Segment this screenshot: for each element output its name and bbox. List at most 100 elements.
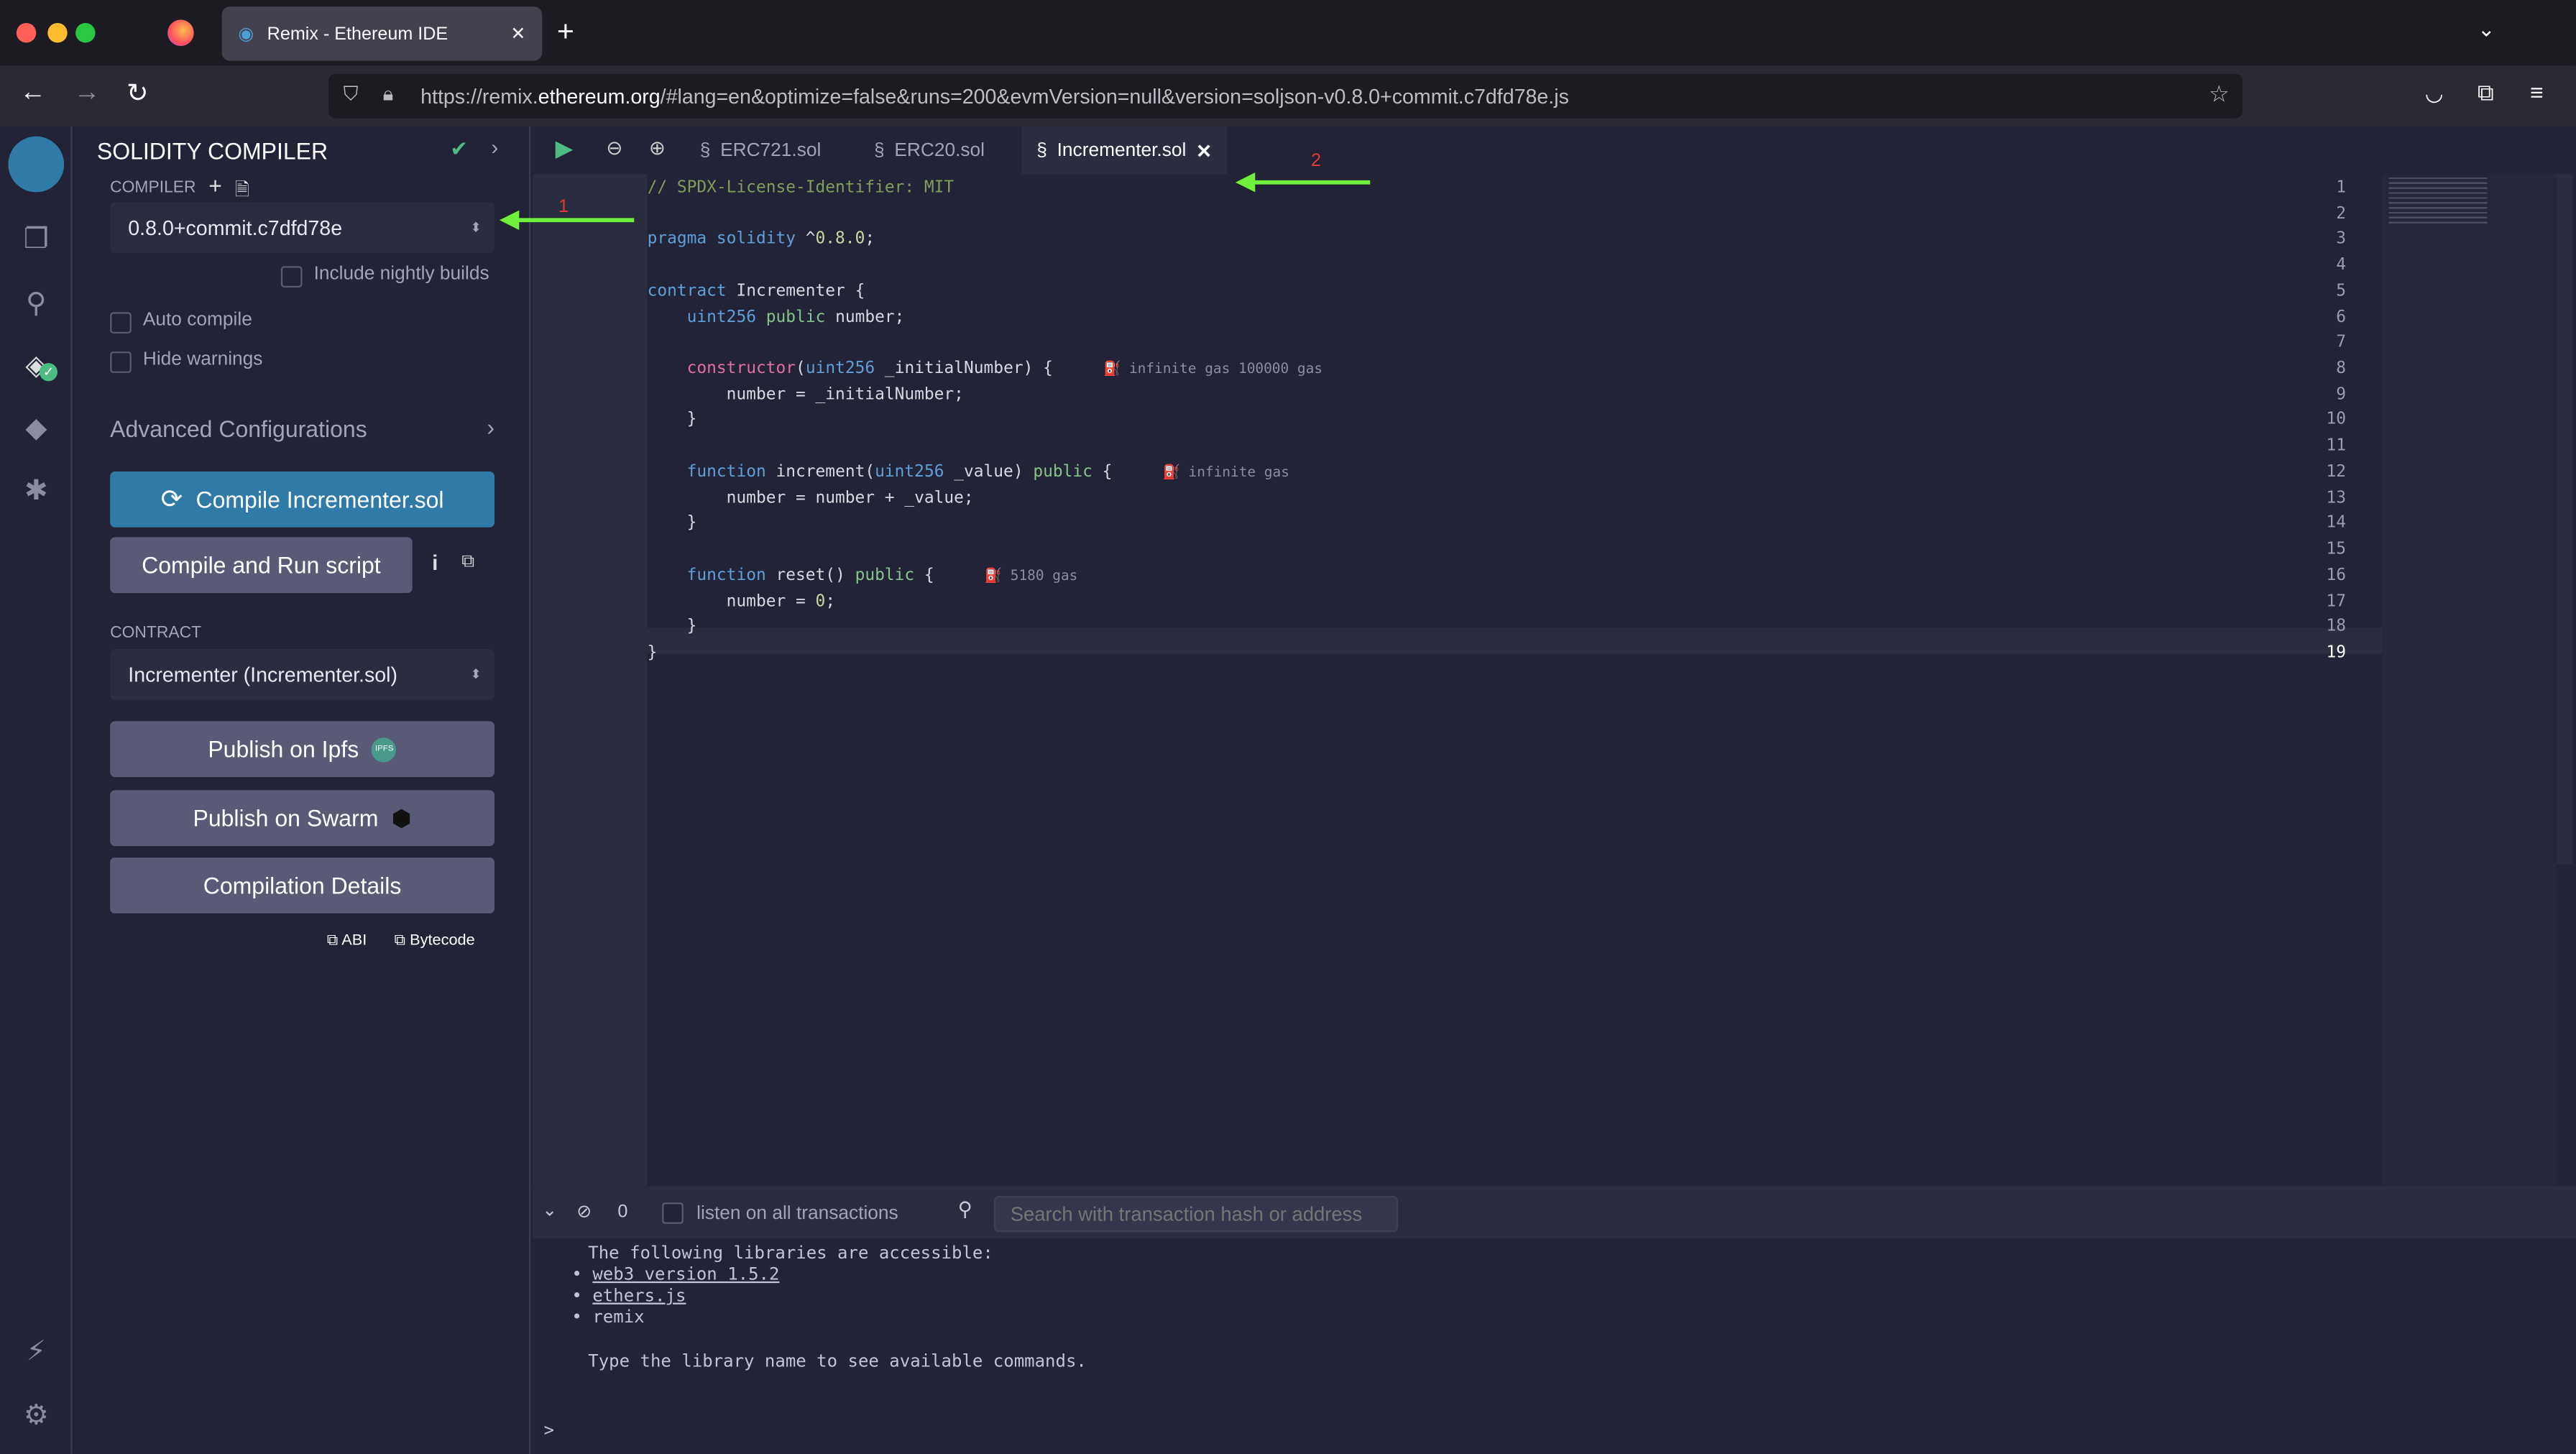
code-line: } — [648, 644, 658, 662]
url-suffix: /#lang=en&optimize=false&runs=200&evmVer… — [660, 84, 1569, 108]
zoom-in-icon[interactable]: ⊕ — [649, 137, 666, 160]
compile-and-run-button[interactable]: Compile and Run script — [110, 537, 413, 594]
line-number: 15 — [2326, 540, 2346, 559]
menu-icon[interactable]: ≡ — [2530, 79, 2544, 106]
code-token: // SPDX-License-Identifier: MIT — [647, 179, 954, 198]
expand-panel-chevron-icon[interactable]: › — [491, 134, 498, 159]
copy-abi-button[interactable]: ⧉ ABI — [327, 931, 367, 949]
editor-scrollbar[interactable] — [2556, 174, 2573, 865]
code-line: pragma solidity ^0.8.0; — [648, 231, 875, 249]
copy-bytecode-button[interactable]: ⧉ Bytecode — [395, 931, 475, 949]
compiler-version-value: 0.8.0+commit.c7dfd78e — [128, 216, 343, 239]
publish-swarm-button[interactable]: Publish on Swarm ⬢ — [110, 790, 494, 847]
code-token: 0 — [815, 592, 826, 611]
transaction-search-input[interactable] — [993, 1195, 1399, 1233]
new-tab-button[interactable]: + — [557, 15, 574, 50]
solidity-compiler-icon[interactable]: ◈ ✓ — [17, 346, 58, 386]
code-line: number = 0; — [648, 592, 835, 611]
refresh-icon: ⟳ — [160, 486, 183, 515]
web3-link[interactable]: web3 version 1.5.2 — [592, 1265, 779, 1284]
line-number: 14 — [2326, 515, 2346, 533]
info-icon[interactable]: i — [432, 551, 438, 575]
bookmark-star-icon[interactable]: ☆ — [2209, 80, 2230, 109]
annotation-marker-2: 2 — [1310, 151, 1321, 171]
browser-tab-remix[interactable]: ◉ Remix - Ethereum IDE ✕ — [221, 6, 543, 61]
forward-button[interactable]: → — [74, 79, 101, 109]
pocket-icon[interactable]: ◡ — [2425, 80, 2444, 107]
minimap[interactable] — [2382, 174, 2557, 1187]
code-token: function — [686, 463, 766, 482]
code-line: } — [648, 618, 697, 636]
add-compiler-plus-icon[interactable]: + — [208, 172, 222, 199]
code-editor: ▶ ⊖ ⊕ § ERC721.sol § ERC20.sol § Incremente… — [532, 126, 2576, 1187]
run-play-icon[interactable]: ▶ — [556, 134, 574, 162]
lock-icon[interactable]: 🔒︎ — [383, 82, 394, 106]
plugin-manager-icon[interactable]: ⚡︎ — [17, 1333, 56, 1372]
maximize-window-button[interactable] — [75, 22, 96, 43]
remix-favicon-icon: ◉ — [238, 24, 254, 45]
auto-compile-checkbox[interactable] — [110, 312, 132, 333]
code-line: function reset() public { ⛽ 5180 gas — [648, 566, 1078, 584]
terminal-toolbar: ⌄ ⊘ 0 listen on all transactions ⚲ — [532, 1186, 2576, 1239]
firefox-icon — [167, 19, 194, 46]
back-button[interactable]: ← — [19, 79, 46, 109]
copy-icon[interactable]: ⧉ — [461, 552, 474, 574]
close-tab-icon[interactable]: ✕ — [1196, 139, 1212, 162]
bytecode-label: Bytecode — [410, 931, 475, 950]
list-tabs-chevron-icon[interactable]: ⌄ — [2478, 17, 2496, 43]
compiler-version-select[interactable]: 0.8.0+commit.c7dfd78e ⬍ — [110, 202, 494, 253]
settings-gear-icon[interactable]: ⚙ — [17, 1397, 56, 1436]
clear-console-icon[interactable]: ⊘ — [576, 1201, 592, 1222]
browser-nav-bar: ← → ↻ ⛉ 🔒︎ https://remix. ethereum.org/#l… — [0, 65, 2576, 126]
contract-label: CONTRACT — [110, 624, 202, 643]
code-token: reset() — [765, 566, 855, 585]
compilation-details-button[interactable]: Compilation Details — [110, 857, 494, 914]
advanced-configurations-toggle[interactable]: Advanced Configurations › — [110, 414, 494, 442]
line-number: 3 — [2336, 230, 2346, 249]
include-nightly-checkbox[interactable] — [280, 266, 303, 287]
collapse-chevron-icon[interactable]: ⌄ — [542, 1200, 557, 1220]
line-number: 19 — [2326, 643, 2346, 663]
listen-all-checkbox[interactable] — [662, 1202, 684, 1224]
tab-erc20[interactable]: § ERC20.sol — [874, 126, 985, 174]
zoom-out-icon[interactable]: ⊖ — [606, 137, 622, 160]
code-token: ; — [865, 230, 875, 249]
reload-button[interactable]: ↻ — [126, 77, 149, 110]
tab-label: Incrementer.sol — [1057, 140, 1187, 160]
url-bar[interactable]: ⛉ 🔒︎ https://remix. ethereum.org/#lang=en… — [328, 73, 2242, 119]
hide-warnings-checkbox[interactable] — [110, 351, 132, 373]
ethers-link[interactable]: ethers.js — [592, 1287, 686, 1306]
shield-icon[interactable]: ⛉ — [344, 82, 359, 106]
swarm-icon: ⬢ — [391, 804, 412, 831]
debugger-bug-icon[interactable]: ✱ — [17, 471, 56, 511]
tab-incrementer[interactable]: § Incrementer.sol ✕ — [1021, 126, 1228, 175]
terminal-prompt[interactable]: > — [544, 1421, 554, 1440]
close-tab-icon[interactable]: ✕ — [510, 23, 525, 44]
line-number: 10 — [2326, 411, 2346, 430]
listen-all-label: listen on all transactions — [696, 1204, 898, 1224]
remix-logo-icon[interactable] — [8, 136, 65, 193]
code-token: increment( — [765, 463, 875, 482]
deploy-run-icon[interactable]: ◆ — [17, 409, 56, 448]
compile-button[interactable]: ⟳ Compile Incrementer.sol — [110, 471, 494, 528]
code-line: contract Incrementer { — [648, 282, 865, 300]
publish-ipfs-button[interactable]: Publish on Ipfs IPFS — [110, 721, 494, 778]
tab-erc721[interactable]: § ERC721.sol — [700, 126, 822, 174]
code-token: { — [914, 566, 934, 585]
file-explorer-icon[interactable]: ❐ — [17, 220, 56, 259]
extensions-icon[interactable]: ⧉ — [2478, 79, 2494, 107]
minimize-window-button[interactable] — [47, 22, 68, 43]
remix-lib: remix — [592, 1308, 645, 1328]
code-line: constructor(uint256 _initialNumber) { ⛽ … — [648, 360, 1322, 378]
code-token: } — [647, 515, 697, 533]
search-icon[interactable]: ⚲ — [17, 284, 56, 323]
code-token: { — [1092, 463, 1113, 482]
code-area[interactable]: 1 // SPDX-License-Identifier: MIT 2 3 pragma… — [533, 174, 2383, 1186]
close-window-button[interactable] — [16, 22, 37, 43]
url-domain: ethereum.org — [538, 84, 661, 108]
solidity-file-icon: § — [873, 140, 885, 160]
code-token: public — [765, 308, 826, 326]
contract-select[interactable]: Incrementer (Incrementer.sol) ⬍ — [110, 648, 494, 700]
line-number: 2 — [2336, 205, 2346, 224]
